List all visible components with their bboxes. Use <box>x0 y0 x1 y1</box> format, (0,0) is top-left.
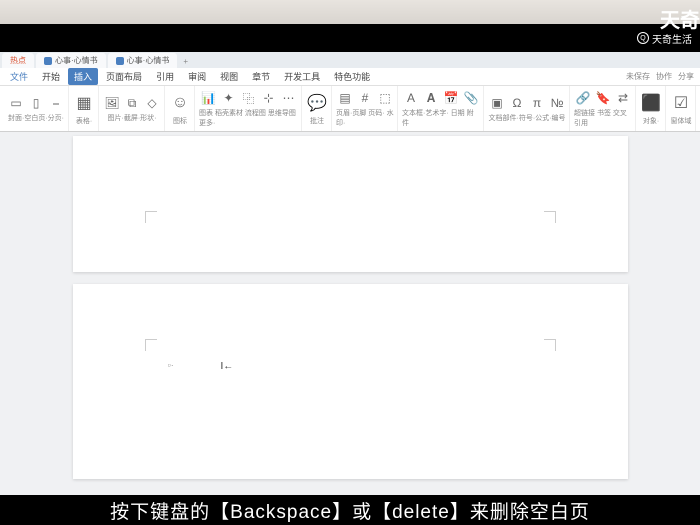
document-page-2[interactable]: ▫· I← <box>73 284 628 479</box>
form-icon: ☑ <box>670 91 692 115</box>
tab-add[interactable]: + <box>177 55 194 68</box>
menu-start[interactable]: 开始 <box>36 68 66 85</box>
icons-icon: ☺ <box>169 91 191 115</box>
tab-doc2[interactable]: 心事·心情书 <box>108 53 178 68</box>
paragraph-icon: ▫· <box>168 360 174 370</box>
ribbon-group-media: 🖼 ⧉ ◇ 图片·截屏·形状· <box>100 86 165 131</box>
document-tabs: 热点 心事·心情书 心事·心情书 + <box>0 52 700 68</box>
ribbon-icon[interactable]: ☺ 图标 <box>166 86 195 131</box>
table-icon: ▦ <box>73 91 95 115</box>
margin-mark-icon <box>145 339 157 351</box>
number-icon[interactable]: № <box>548 94 566 112</box>
unsaved-label[interactable]: 未保存 <box>626 71 650 82</box>
video-caption: 按下键盘的【Backspace】或【delete】来删除空白页 <box>0 495 700 525</box>
text-cursor: I← <box>221 361 234 372</box>
menu-section[interactable]: 章节 <box>246 68 276 85</box>
menu-ref[interactable]: 引用 <box>150 68 180 85</box>
margin-mark-icon <box>544 211 556 223</box>
ribbon-group-text: A 𝐀 📅 📎 文本框·艺术字· 日期 附件 <box>399 86 484 131</box>
menu-view[interactable]: 视图 <box>214 68 244 85</box>
date-icon[interactable]: 📅 <box>442 89 460 107</box>
more-icon[interactable]: ⋯ <box>280 89 298 107</box>
menu-bar: 文件 开始 插入 页面布局 引用 审阅 视图 章节 开发工具 特色功能 未保存 … <box>0 68 700 86</box>
watermark-big: 天奇 <box>660 4 700 33</box>
attach-icon[interactable]: 📎 <box>462 89 480 107</box>
picture-icon[interactable]: 🖼 <box>103 94 121 112</box>
mindmap-icon[interactable]: ⊹ <box>260 89 278 107</box>
document-page-1[interactable] <box>73 136 628 272</box>
flowchart-icon[interactable]: ⿻ <box>240 89 258 107</box>
share-label[interactable]: 分享 <box>678 71 694 82</box>
ribbon-group-pages: ▭ ▯ ⎯ 封面·空白页·分页· <box>4 86 69 131</box>
material-icon[interactable]: ✦ <box>220 89 238 107</box>
wordart-icon[interactable]: 𝐀 <box>422 89 440 107</box>
tab-doc1[interactable]: 心事·心情书 <box>36 53 106 68</box>
menu-right: 未保存 协作 分享 <box>626 71 694 82</box>
bookmark-icon[interactable]: 🔖 <box>594 89 612 107</box>
ribbon-group-link: 🔗 🔖 ⇄ 超链接 书签 交叉引用 <box>571 86 636 131</box>
ribbon-group-header: ▤ # ⬚ 页眉·页脚 页码· 水印· <box>333 86 398 131</box>
comment-icon: 💬 <box>306 91 328 115</box>
ribbon-form[interactable]: ☑ 窗体域 <box>667 86 696 131</box>
pagenum-icon[interactable]: # <box>356 89 374 107</box>
ribbon-group-symbol: ▣ Ω π № 文档部件·符号·公式·编号 <box>485 86 570 131</box>
ribbon-object[interactable]: ⬛ 对象· <box>637 86 666 131</box>
headerfooter-icon[interactable]: ▤ <box>336 89 354 107</box>
crossref-icon[interactable]: ⇄ <box>614 89 632 107</box>
tab-hot[interactable]: 热点 <box>2 53 34 68</box>
watermark-icon[interactable]: ⬚ <box>376 89 394 107</box>
video-overlay-top: 天奇 Q 天奇生活 <box>0 24 700 52</box>
menu-file[interactable]: 文件 <box>4 68 34 85</box>
docparts-icon[interactable]: ▣ <box>488 94 506 112</box>
menu-insert[interactable]: 插入 <box>68 68 98 85</box>
equation-icon[interactable]: π <box>528 94 546 112</box>
menu-layout[interactable]: 页面布局 <box>100 68 148 85</box>
ribbon-comment[interactable]: 💬 批注 <box>303 86 332 131</box>
cover-icon[interactable]: ▭ <box>7 94 25 112</box>
pagebreak-icon[interactable]: ⎯ <box>47 94 65 112</box>
shape-icon[interactable]: ◇ <box>143 94 161 112</box>
margin-mark-icon <box>544 339 556 351</box>
ribbon-table[interactable]: ▦ 表格· <box>70 86 99 131</box>
hyperlink-icon[interactable]: 🔗 <box>574 89 592 107</box>
menu-review[interactable]: 审阅 <box>182 68 212 85</box>
menu-tools[interactable]: 开发工具 <box>278 68 326 85</box>
word-icon <box>44 57 52 65</box>
margin-mark-icon <box>145 211 157 223</box>
chart-icon[interactable]: 📊 <box>200 89 218 107</box>
window-titlebar <box>0 0 700 24</box>
word-icon <box>116 57 124 65</box>
ribbon-group-smart: 📊 ✦ ⿻ ⊹ ⋯ 图表 稻壳素材 流程图 思维导图 更多· <box>196 86 302 131</box>
magnify-icon: Q <box>637 32 649 44</box>
object-icon: ⬛ <box>640 91 662 115</box>
symbol-icon[interactable]: Ω <box>508 94 526 112</box>
blankpage-icon[interactable]: ▯ <box>27 94 45 112</box>
document-workspace[interactable]: ▫· I← <box>0 132 700 495</box>
collab-label[interactable]: 协作 <box>656 71 672 82</box>
menu-special[interactable]: 特色功能 <box>328 68 376 85</box>
screenshot-icon[interactable]: ⧉ <box>123 94 141 112</box>
textbox-icon[interactable]: A <box>402 89 420 107</box>
ribbon-toolbar: ▭ ▯ ⎯ 封面·空白页·分页· ▦ 表格· 🖼 ⧉ ◇ 图片·截屏·形状· ☺… <box>0 86 700 132</box>
